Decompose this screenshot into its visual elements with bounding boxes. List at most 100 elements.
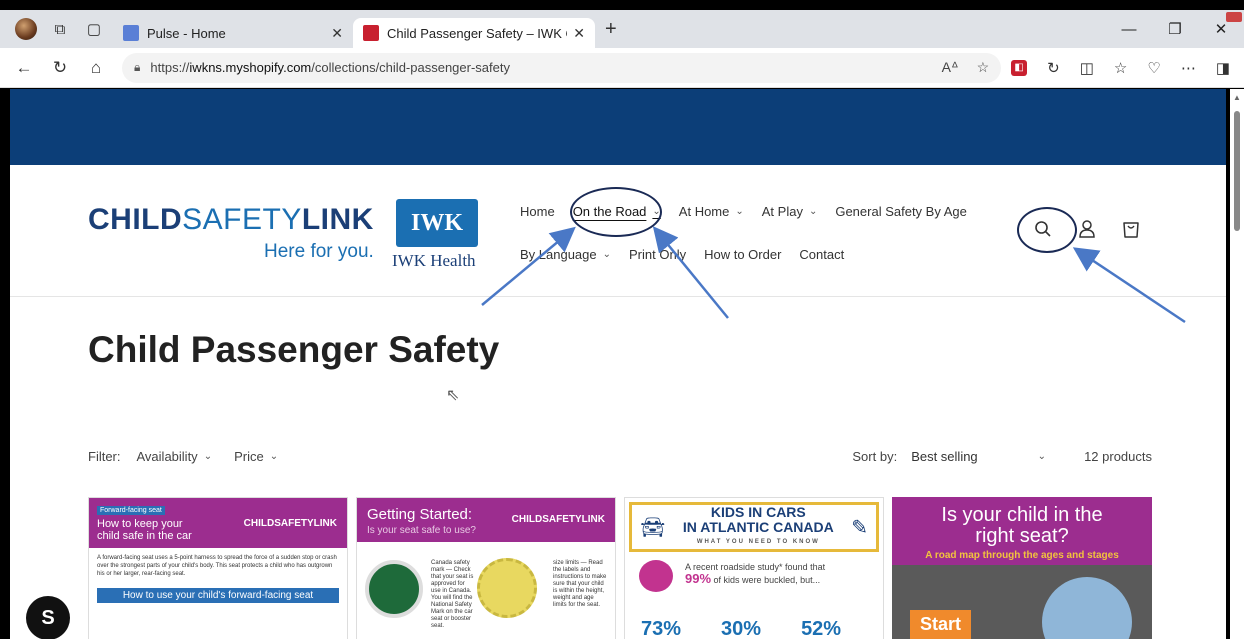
more-menu-icon[interactable]: ⋯ (1181, 59, 1196, 77)
nav-item-by-language[interactable]: By Language ⌄ (520, 247, 611, 262)
nav-item-label: Home (520, 203, 555, 219)
browser-essentials-icon[interactable]: ♡ (1147, 59, 1160, 77)
announcement-banner (10, 89, 1226, 165)
product-card-subtitle: A road map through the ages and stages (925, 550, 1119, 561)
nav-item-at-play[interactable]: At Play ⌄ (762, 204, 818, 219)
nav-item-label: Print Only (629, 246, 687, 262)
favorite-star-icon[interactable]: ☆ (977, 59, 990, 76)
nav-row-2: By Language ⌄ Print Only How to Order Con… (520, 244, 1020, 264)
account-icon[interactable] (1078, 219, 1096, 244)
logo-part-link: LINK (301, 203, 374, 236)
chevron-down-icon: ⌄ (735, 205, 744, 217)
workspaces-icon[interactable]: ⧉ (49, 18, 71, 40)
back-icon[interactable]: ← (6, 58, 42, 78)
close-tab-icon[interactable]: ✕ (573, 25, 585, 42)
nav-item-at-home[interactable]: At Home ⌄ (679, 204, 744, 219)
sort-select[interactable]: Best selling ⌄ (911, 449, 1046, 464)
tab-title: Pulse - Home (147, 25, 226, 41)
nav-item-how-to-order[interactable]: How to Order (704, 247, 781, 262)
chevron-down-icon: ⌄ (269, 450, 279, 462)
address-bar[interactable]: 🔒︎ https://iwkns.myshopify.com/collectio… (122, 52, 1002, 83)
nav-item-home[interactable]: Home (520, 204, 555, 219)
browser-toolbar: ← ↻ ⌂ 🔒︎ https://iwkns.myshopify.com/col… (0, 48, 1244, 88)
tab-child-passenger-safety[interactable]: Child Passenger Safety – IWK Chil ✕ (353, 18, 595, 48)
iwk-health-logo[interactable]: IWK IWK Health (392, 199, 482, 277)
nav-item-print-only[interactable]: Print Only (629, 247, 686, 262)
product-card-subtitle: WHAT YOU NEED TO KNOW (696, 538, 820, 545)
filter-price[interactable]: Price ⌄ (234, 449, 278, 464)
nav-item-general-safety-by-age[interactable]: General Safety By Age (835, 204, 967, 219)
lock-icon[interactable]: 🔒︎ (134, 60, 140, 75)
product-card-stat: A recent roadside study* found that 99% … (685, 562, 865, 586)
product-card-header: Forward-facing seat How to keep your chi… (89, 498, 347, 548)
product-card[interactable]: Forward-facing seat How to keep your chi… (88, 497, 348, 639)
filter-availability[interactable]: Availability ⌄ (137, 449, 213, 464)
toolbar-right-icons: ◧ ↻ ◫ ☆ ♡ ⋯ ◨ (1011, 59, 1230, 77)
scroll-up-icon[interactable]: ▲ (1233, 93, 1241, 102)
nav-item-label: By Language (520, 246, 597, 262)
childsafetylink-logo[interactable]: CHILDSAFETYLINK Here for you. (88, 203, 388, 273)
address-bar-actions: A͏ᐞ ☆ (942, 59, 990, 76)
iwk-name: IWK Health (392, 251, 476, 270)
nav-item-label: At Home (678, 203, 730, 219)
sort-area: Sort by: Best selling ⌄ 12 products (852, 449, 1152, 464)
page-scrollbar[interactable]: ▲ (1230, 89, 1244, 639)
tab-pulse-home[interactable]: Pulse - Home ✕ (113, 18, 353, 48)
refresh-icon[interactable]: ↻ (42, 58, 78, 78)
product-card-header: 🚘︎ KIDS IN CARS IN ATLANTIC CANADA WHAT … (629, 502, 879, 552)
filter-price-label: Price (234, 448, 264, 464)
profile-avatar[interactable] (15, 18, 37, 40)
stat-value: 99% (685, 571, 712, 586)
scrollbar-thumb[interactable] (1234, 111, 1240, 231)
url-path: /collections/child-passenger-safety (311, 60, 510, 75)
mouse-cursor-icon: ⇖ (446, 387, 460, 404)
product-card-subtitle: Is your seat safe to use? (367, 525, 476, 536)
restore-icon[interactable]: ❐ (1152, 20, 1198, 38)
product-card-logo: CHILDSAFETYLINK (511, 514, 605, 525)
pulse-favicon-icon (123, 25, 139, 41)
product-card[interactable]: Is your child in the right seat? A road … (892, 497, 1152, 639)
product-card[interactable]: 🚘︎ KIDS IN CARS IN ATLANTIC CANADA WHAT … (624, 497, 884, 639)
stat-percent: 52% (801, 618, 842, 639)
search-icon[interactable] (1034, 220, 1052, 243)
shopify-chat-icon[interactable]: S (26, 596, 70, 639)
page-title: Child Passenger Safety (88, 329, 500, 370)
split-screen-icon[interactable]: ◫ (1080, 59, 1094, 77)
nav-item-contact[interactable]: Contact (799, 247, 844, 262)
url-host: iwkns.myshopify.com (189, 60, 312, 75)
filter-availability-label: Availability (136, 448, 198, 464)
nav-item-label: On the Road (572, 203, 647, 219)
header-icons (1034, 219, 1140, 244)
sidebar-icon[interactable]: ◨ (1216, 59, 1230, 77)
filter-sort-bar: Filter: Availability ⌄ Price ⌄ Sort by: Be… (88, 444, 1152, 468)
cart-icon[interactable] (1122, 219, 1140, 244)
product-card-logo: CHILDSAFETYLINK (243, 518, 337, 529)
nav-item-on-the-road[interactable]: On the Road ⌄ (573, 204, 661, 219)
product-card-title: KIDS IN CARS IN ATLANTIC CANADA WHAT YOU… (675, 504, 841, 550)
product-card-text: Canada safety mark — Check that your sea… (431, 560, 474, 629)
stat-percent: 30% (721, 618, 762, 639)
close-window-icon[interactable]: ✕ (1198, 12, 1244, 38)
product-card-header: Getting Started: Is your seat safe to us… (357, 498, 615, 542)
canada-safety-mark-icon (365, 560, 423, 618)
logo-part-safety: SAFETY (182, 203, 302, 236)
product-card-band: How to use your child's forward-facing s… (97, 588, 339, 603)
extension-icon[interactable]: ◧ (1011, 59, 1028, 76)
product-count: 12 products (1084, 448, 1152, 464)
start-label: Start (910, 610, 972, 639)
car-icon: 🚘︎ (640, 516, 666, 539)
product-card[interactable]: Getting Started: Is your seat safe to us… (356, 497, 616, 639)
minimize-icon[interactable]: — (1106, 21, 1152, 38)
refresh-extension-icon[interactable]: ↻ (1047, 59, 1060, 77)
web-page: CHILDSAFETYLINK Here for you. IWK IWK He… (10, 89, 1226, 639)
favorites-icon[interactable]: ☆ (1114, 59, 1127, 77)
read-aloud-icon[interactable]: A͏ᐞ (942, 59, 959, 76)
close-badge-icon (1226, 12, 1242, 22)
product-grid: Forward-facing seat How to keep your chi… (88, 497, 1152, 639)
new-tab-button[interactable]: + (605, 18, 617, 41)
vertical-tabs-icon[interactable]: ▢ (83, 18, 105, 40)
close-tab-icon[interactable]: ✕ (331, 25, 343, 42)
iwk-favicon-icon (363, 25, 379, 41)
home-icon[interactable]: ⌂ (78, 58, 114, 78)
nav-item-label: Contact (799, 246, 845, 262)
